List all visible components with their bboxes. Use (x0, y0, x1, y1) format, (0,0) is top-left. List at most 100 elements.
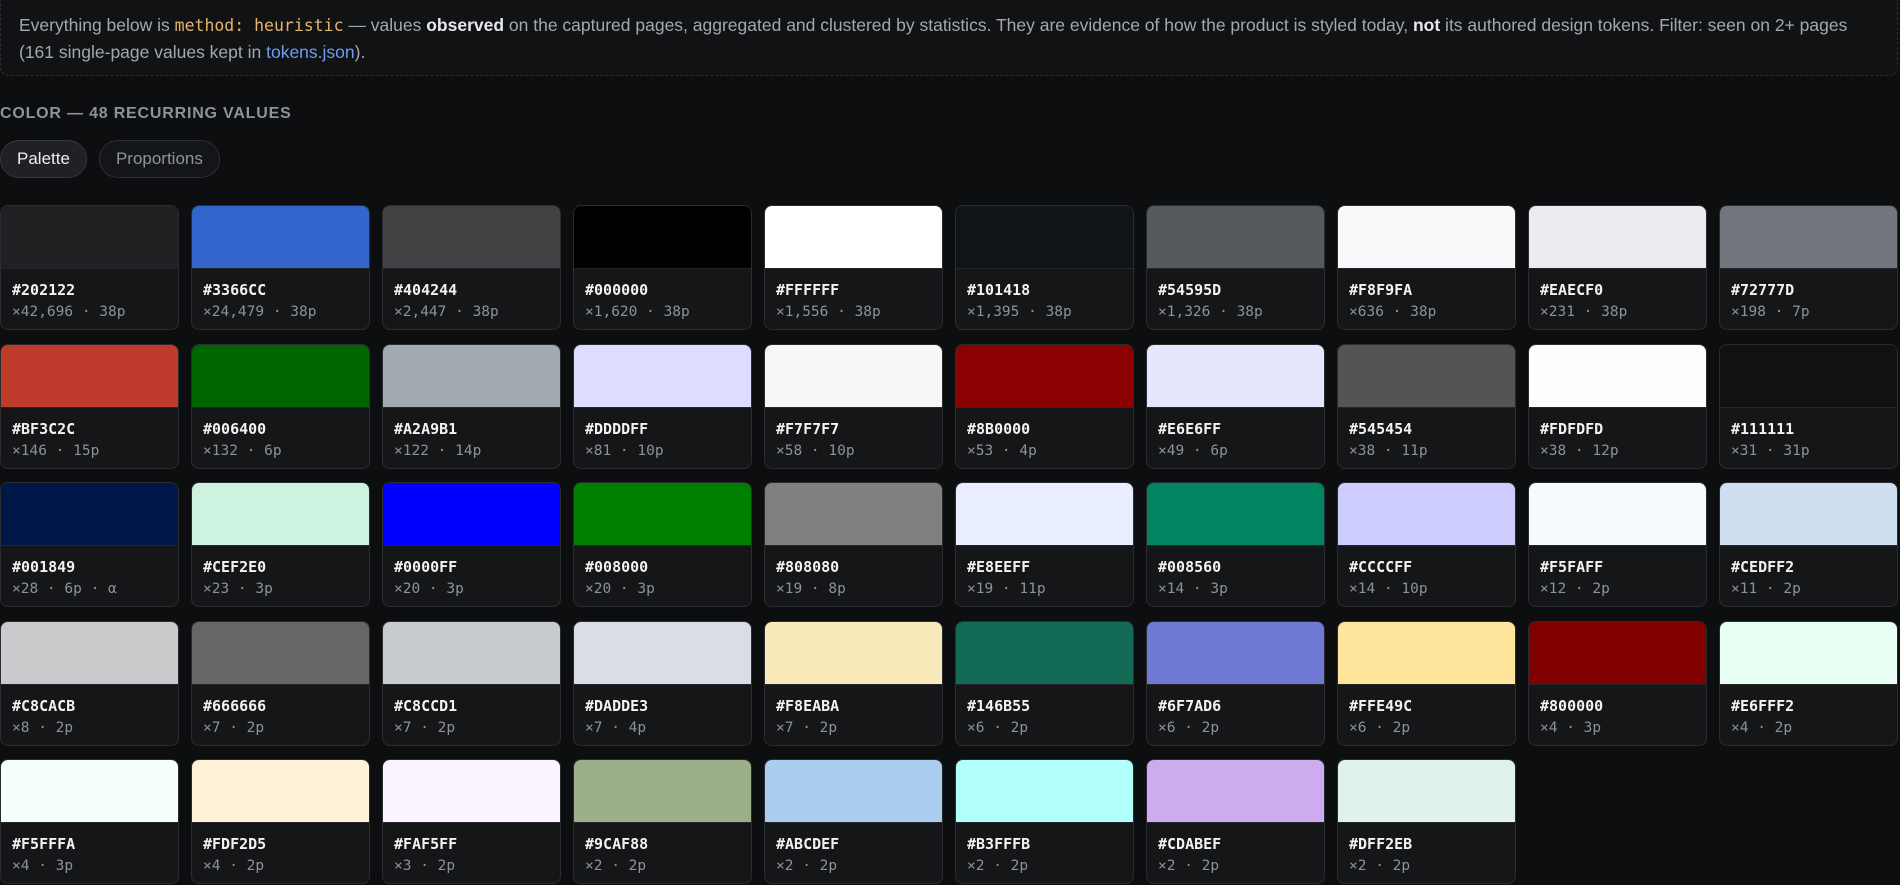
swatch-card[interactable]: #F8F9FA ×636 · 38p (1337, 205, 1516, 330)
swatch-card[interactable]: #008560 ×14 · 3p (1146, 482, 1325, 607)
swatch-card[interactable]: #B3FFFB ×2 · 2p (955, 759, 1134, 884)
swatch-meta: ×28 · 6p · α (12, 581, 117, 597)
swatch-hex: #CDABEF (1158, 835, 1222, 853)
swatch-grid: #202122 ×42,696 · 38p #3366CC ×24,479 · 38p… (0, 205, 1898, 884)
swatch-card[interactable]: #F8EABA ×7 · 2p (764, 620, 943, 746)
swatch-card[interactable]: #666666 ×7 · 2p (191, 620, 370, 746)
swatch-card[interactable]: #F7F7F7 ×58 · 10p (764, 343, 943, 469)
swatch-meta: ×20 · 3p (585, 581, 655, 597)
swatch-card[interactable]: #001849 ×28 · 6p · α (0, 482, 179, 607)
swatch-card[interactable]: #A2A9B1 ×122 · 14p (382, 343, 561, 469)
swatch-meta: ×2 · 2p (1158, 858, 1220, 874)
color-swatch (574, 621, 751, 685)
swatch-meta: ×7 · 2p (776, 719, 838, 736)
swatch-meta: ×12 · 2p (1540, 581, 1610, 597)
swatch-card[interactable]: #CDABEF ×2 · 2p (1146, 759, 1325, 884)
swatch-meta: ×14 · 3p (1158, 581, 1228, 597)
swatch-card[interactable]: #FAF5FF ×3 · 2p (382, 759, 561, 884)
swatch-meta: ×2,447 · 38p (394, 304, 499, 320)
swatch-hex: #EAECF0 (1540, 281, 1604, 299)
swatch-hex: #CEF2E0 (203, 558, 267, 576)
swatch-card[interactable]: #000000 ×1,620 · 38p (573, 205, 752, 330)
swatch-card[interactable]: #C8CCD1 ×7 · 2p (382, 620, 561, 746)
swatch-card[interactable]: #202122 ×42,696 · 38p (0, 205, 179, 330)
swatch-card[interactable]: #9CAF88 ×2 · 2p (573, 759, 752, 884)
swatch-card[interactable]: #FFFFFF ×1,556 · 38p (764, 205, 943, 330)
swatch-meta: ×1,326 · 38p (1158, 304, 1263, 320)
color-swatch (574, 760, 751, 823)
swatch-card[interactable]: #BF3C2C ×146 · 15p (0, 343, 179, 469)
swatch-hex: #202122 (12, 281, 76, 299)
swatch-card[interactable]: #DFF2EB ×2 · 2p (1337, 759, 1516, 884)
swatch-card[interactable]: #F5FFFA ×4 · 3p (0, 759, 179, 884)
swatch-card[interactable]: #808080 ×19 · 8p (764, 482, 943, 607)
note-text: ). (354, 42, 366, 62)
color-swatch (1, 344, 178, 408)
swatch-meta: ×3 · 2p (394, 858, 456, 874)
color-swatch (1, 760, 178, 823)
color-swatch (574, 344, 751, 408)
swatch-card[interactable]: #101418 ×1,395 · 38p (955, 205, 1134, 330)
color-swatch (956, 344, 1133, 408)
swatch-hex: #E6FFF2 (1731, 696, 1795, 715)
swatch-meta: ×19 · 11p (967, 581, 1046, 597)
swatch-card[interactable]: #111111 ×31 · 31p (1719, 343, 1898, 469)
swatch-hex: #001849 (12, 558, 76, 576)
tokens-json-link[interactable]: tokens.json (266, 42, 355, 62)
swatch-card[interactable]: #CEDFF2 ×11 · 2p (1719, 482, 1898, 607)
swatch-card[interactable]: #E6E6FF ×49 · 6p (1146, 343, 1325, 469)
swatch-card[interactable]: #FFE49C ×6 · 2p (1337, 620, 1516, 746)
swatch-card[interactable]: #800000 ×4 · 3p (1528, 620, 1707, 746)
swatch-hex: #404244 (394, 281, 458, 299)
swatch-hex: #F8EABA (776, 696, 840, 715)
swatch-meta: ×1,556 · 38p (776, 304, 881, 320)
swatch-hex: #F8F9FA (1349, 281, 1413, 299)
swatch-hex: #0000FF (394, 558, 458, 576)
swatch-card[interactable]: #CEF2E0 ×23 · 3p (191, 482, 370, 607)
swatch-card[interactable]: #8B0000 ×53 · 4p (955, 343, 1134, 469)
swatch-card[interactable]: #008000 ×20 · 3p (573, 482, 752, 607)
swatch-hex: #ABCDEF (776, 835, 840, 853)
swatch-hex: #72777D (1731, 281, 1795, 299)
swatch-card[interactable]: #DADDE3 ×7 · 4p (573, 620, 752, 746)
color-swatch (1720, 483, 1897, 546)
color-swatch (383, 483, 560, 546)
swatch-card[interactable]: #E8EEFF ×19 · 11p (955, 482, 1134, 607)
swatch-card[interactable]: #006400 ×132 · 6p (191, 343, 370, 469)
color-swatch (1338, 483, 1515, 546)
swatch-card[interactable]: #E6FFF2 ×4 · 2p (1719, 620, 1898, 746)
swatch-hex: #800000 (1540, 696, 1604, 715)
swatch-card[interactable]: #545454 ×38 · 11p (1337, 343, 1516, 469)
color-swatch (1338, 621, 1515, 685)
swatch-card[interactable]: #ABCDEF ×2 · 2p (764, 759, 943, 884)
tab-palette[interactable]: Palette (0, 140, 87, 178)
swatch-hex: #111111 (1731, 419, 1795, 438)
swatch-card[interactable]: #C8CACB ×8 · 2p (0, 620, 179, 746)
swatch-card[interactable]: #6F7AD6 ×6 · 2p (1146, 620, 1325, 746)
swatch-card[interactable]: #DDDDFF ×81 · 10p (573, 343, 752, 469)
swatch-card[interactable]: #FDFDFD ×38 · 12p (1528, 343, 1707, 469)
swatch-card[interactable]: #F5FAFF ×12 · 2p (1528, 482, 1707, 607)
swatch-card[interactable]: #146B55 ×6 · 2p (955, 620, 1134, 746)
swatch-hex: #146B55 (967, 696, 1031, 715)
swatch-meta: ×42,696 · 38p (12, 304, 126, 320)
swatch-card[interactable]: #54595D ×1,326 · 38p (1146, 205, 1325, 330)
swatch-card[interactable]: #404244 ×2,447 · 38p (382, 205, 561, 330)
swatch-card[interactable]: #EAECF0 ×231 · 38p (1528, 205, 1707, 330)
swatch-card[interactable]: #72777D ×198 · 7p (1719, 205, 1898, 330)
tab-proportions[interactable]: Proportions (98, 140, 220, 178)
color-swatch (1529, 621, 1706, 685)
color-swatch (765, 760, 942, 823)
swatch-card[interactable]: #FDF2D5 ×4 · 2p (191, 759, 370, 884)
swatch-card[interactable]: #3366CC ×24,479 · 38p (191, 205, 370, 330)
swatch-meta: ×7 · 2p (394, 719, 456, 736)
note-emphasis: not (1412, 15, 1441, 35)
color-swatch (192, 206, 369, 269)
swatch-hex: #8B0000 (967, 419, 1031, 438)
color-swatch (1529, 344, 1706, 408)
swatch-card[interactable]: #0000FF ×20 · 3p (382, 482, 561, 607)
swatch-meta: ×11 · 2p (1731, 581, 1801, 597)
swatch-meta: ×53 · 4p (967, 442, 1037, 459)
swatch-meta: ×4 · 3p (12, 858, 74, 874)
swatch-card[interactable]: #CCCCFF ×14 · 10p (1337, 482, 1516, 607)
